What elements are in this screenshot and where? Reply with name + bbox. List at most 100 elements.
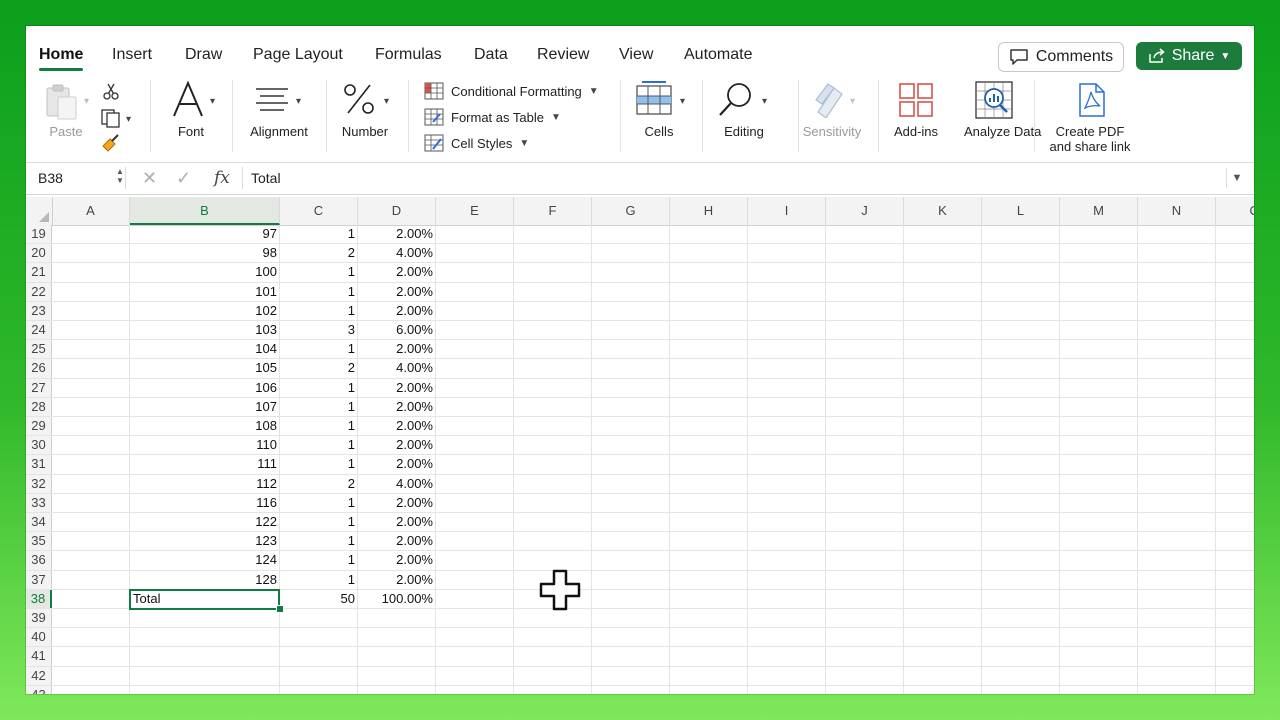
column-header-m[interactable]: M <box>1060 197 1138 225</box>
cell-d[interactable]: 2.00% <box>358 551 436 569</box>
row-header[interactable]: 42 <box>26 666 52 685</box>
row-header[interactable]: 28 <box>26 397 52 416</box>
cell-b[interactable]: 110 <box>130 436 280 454</box>
row-header[interactable]: 37 <box>26 570 52 589</box>
row-header[interactable]: 39 <box>26 609 52 628</box>
tab-home[interactable]: Home <box>39 46 84 71</box>
row-header[interactable]: 25 <box>26 340 52 359</box>
tab-review[interactable]: Review <box>537 46 589 64</box>
analyze-data-group[interactable]: Analyze Data <box>962 76 1041 162</box>
row-header[interactable]: 36 <box>26 551 52 570</box>
column-header-c[interactable]: C <box>280 197 358 225</box>
font-dropdown-icon[interactable]: ▾ <box>210 96 215 107</box>
cell-d[interactable]: 2.00% <box>358 225 436 243</box>
cell-c[interactable]: 1 <box>280 283 358 301</box>
cell-c[interactable]: 1 <box>280 436 358 454</box>
cell-b[interactable]: 104 <box>130 340 280 358</box>
column-header-f[interactable]: F <box>514 197 592 225</box>
cell-d[interactable]: 2.00% <box>358 436 436 454</box>
tab-data[interactable]: Data <box>474 46 508 64</box>
cell-b[interactable] <box>130 628 280 646</box>
name-box-stepper-icon[interactable]: ▲ ▼ <box>116 167 124 185</box>
select-all-button[interactable] <box>26 197 53 225</box>
cell-b[interactable]: 128 <box>130 571 280 589</box>
format-painter-icon[interactable] <box>100 132 122 154</box>
cell-b[interactable]: 105 <box>130 359 280 377</box>
enter-icon[interactable]: ✓ <box>176 168 191 189</box>
column-header-e[interactable]: E <box>436 197 514 225</box>
row-header[interactable]: 41 <box>26 647 52 666</box>
column-header-j[interactable]: J <box>826 197 904 225</box>
cell-c[interactable]: 1 <box>280 379 358 397</box>
alignment-group[interactable]: ▾ Alignment <box>244 76 327 162</box>
cell-c[interactable]: 1 <box>280 225 358 243</box>
cell-d[interactable]: 2.00% <box>358 513 436 531</box>
cell-c[interactable] <box>280 628 358 646</box>
copy-dropdown-icon[interactable]: ▾ <box>126 114 131 125</box>
formula-input[interactable]: Total <box>242 167 1231 189</box>
share-button[interactable]: Share ▼ <box>1136 42 1242 70</box>
cell-c[interactable]: 3 <box>280 321 358 339</box>
cell-d[interactable]: 2.00% <box>358 417 436 435</box>
row-header[interactable]: 38 <box>26 589 52 608</box>
cut-icon[interactable] <box>102 82 120 100</box>
row-header[interactable]: 34 <box>26 513 52 532</box>
cell-d[interactable]: 2.00% <box>358 494 436 512</box>
row-header[interactable]: 19 <box>26 225 52 244</box>
cell-b[interactable]: 103 <box>130 321 280 339</box>
column-header-n[interactable]: N <box>1138 197 1216 225</box>
cell-b[interactable]: 102 <box>130 302 280 320</box>
cell-b[interactable]: 111 <box>130 455 280 473</box>
column-header-d[interactable]: D <box>358 197 436 225</box>
cancel-icon[interactable]: ✕ <box>142 168 157 189</box>
cell-b[interactable]: 124 <box>130 551 280 569</box>
font-group[interactable]: ▾ Font <box>166 76 233 162</box>
cell-c[interactable] <box>280 686 358 694</box>
cell-b[interactable] <box>130 686 280 694</box>
fill-handle[interactable] <box>276 605 284 613</box>
editing-group[interactable]: ▾ Editing <box>712 76 799 162</box>
cell-c[interactable]: 2 <box>280 244 358 262</box>
column-header-a[interactable]: A <box>52 197 130 225</box>
column-header-g[interactable]: G <box>592 197 670 225</box>
number-group[interactable]: ▾ Number <box>338 76 409 162</box>
cell-d[interactable] <box>358 609 436 627</box>
tab-formulas[interactable]: Formulas <box>375 46 442 64</box>
cells-group[interactable]: ▾ Cells <box>630 76 703 162</box>
row-header[interactable]: 21 <box>26 263 52 282</box>
cell-d[interactable]: 2.00% <box>358 379 436 397</box>
cell-b[interactable]: 101 <box>130 283 280 301</box>
cell-b[interactable]: 107 <box>130 398 280 416</box>
row-header[interactable]: 29 <box>26 417 52 436</box>
cell-d[interactable]: 2.00% <box>358 340 436 358</box>
cell-d[interactable]: 2.00% <box>358 532 436 550</box>
alignment-dropdown-icon[interactable]: ▾ <box>296 96 301 107</box>
cell-styles-button[interactable]: Cell Styles ▼ <box>424 133 529 153</box>
row-header[interactable]: 24 <box>26 321 52 340</box>
cell-b[interactable]: 108 <box>130 417 280 435</box>
editing-dropdown-icon[interactable]: ▾ <box>762 96 767 107</box>
cell-c[interactable] <box>280 667 358 685</box>
row-header[interactable]: 23 <box>26 301 52 320</box>
row-header[interactable]: 27 <box>26 378 52 397</box>
cell-d[interactable]: 2.00% <box>358 302 436 320</box>
row-header[interactable]: 40 <box>26 628 52 647</box>
number-dropdown-icon[interactable]: ▾ <box>384 96 389 107</box>
column-header-l[interactable]: L <box>982 197 1060 225</box>
tab-view[interactable]: View <box>619 46 653 64</box>
cell-d[interactable]: 6.00% <box>358 321 436 339</box>
copy-icon[interactable] <box>100 108 122 128</box>
cell-c[interactable]: 1 <box>280 398 358 416</box>
cell-c[interactable]: 1 <box>280 571 358 589</box>
tab-insert[interactable]: Insert <box>112 46 152 64</box>
cell-c[interactable]: 1 <box>280 263 358 281</box>
cell-d[interactable]: 2.00% <box>358 398 436 416</box>
tab-page-layout[interactable]: Page Layout <box>253 46 343 64</box>
cell-b[interactable] <box>130 647 280 665</box>
cell-d[interactable] <box>358 667 436 685</box>
cell-b[interactable] <box>130 667 280 685</box>
comments-button[interactable]: Comments <box>998 42 1124 72</box>
column-header-k[interactable]: K <box>904 197 982 225</box>
cell-b[interactable]: 97 <box>130 225 280 243</box>
column-header-b[interactable]: B <box>130 197 280 225</box>
